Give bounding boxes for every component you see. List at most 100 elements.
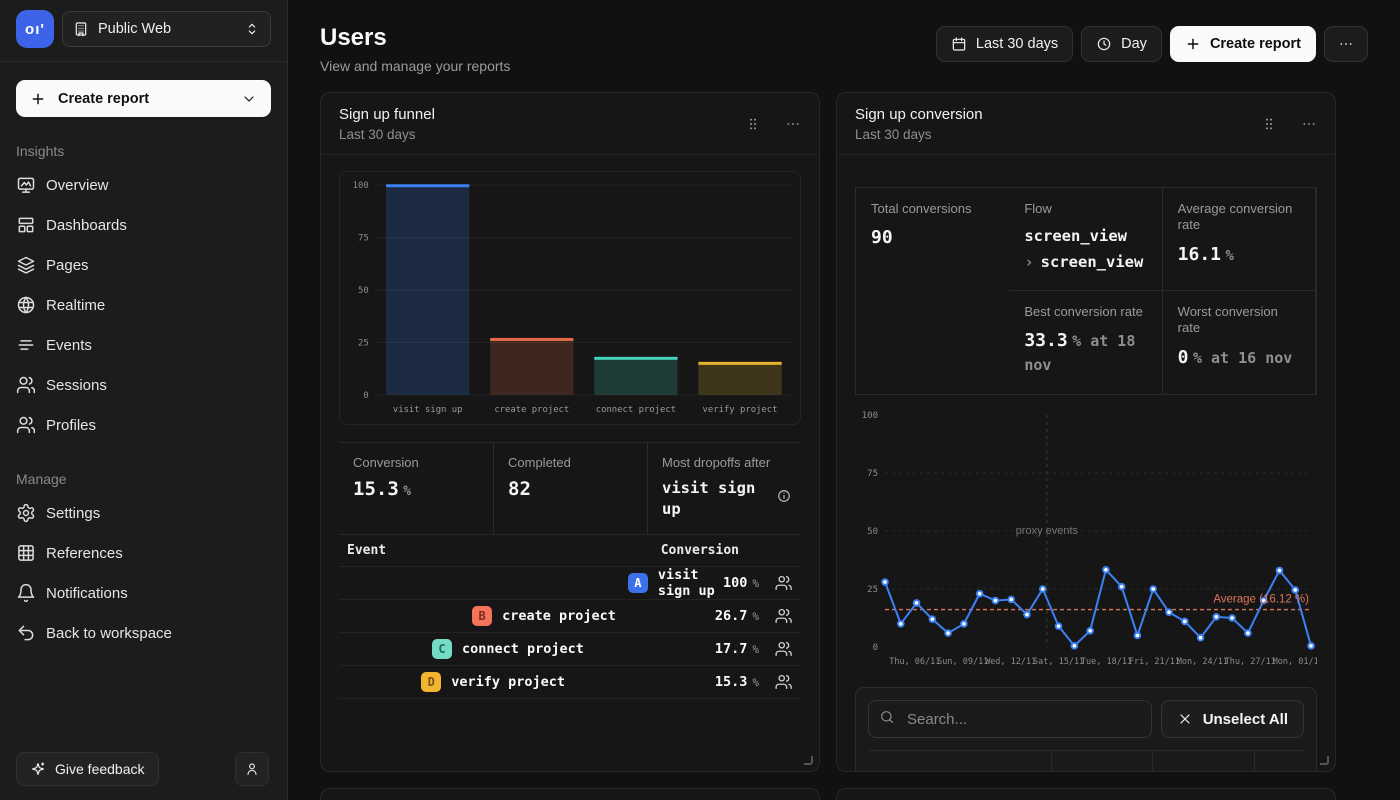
event-name: verify project bbox=[451, 674, 565, 690]
stat-value: 15.3 bbox=[353, 478, 399, 500]
table-header-row: Event Conversion bbox=[339, 535, 801, 567]
users-icon[interactable] bbox=[775, 574, 793, 592]
building-icon bbox=[73, 21, 89, 37]
svg-text:Thu, 06/11: Thu, 06/11 bbox=[889, 657, 940, 667]
stat-value: 90 bbox=[871, 227, 893, 248]
notifications-icon bbox=[16, 583, 36, 603]
users-icon[interactable] bbox=[775, 640, 793, 658]
view-users-button[interactable] bbox=[775, 673, 793, 691]
sidebar-item-notifications[interactable]: Notifications bbox=[2, 573, 285, 613]
overview-icon bbox=[16, 175, 36, 195]
conversion-line-chart: 0255075100proxy eventsAverage (16.12 %)T… bbox=[855, 403, 1317, 671]
drag-handle-icon[interactable] bbox=[1261, 116, 1277, 132]
svg-text:verify project: verify project bbox=[703, 405, 778, 415]
stat-value: 82 bbox=[508, 478, 531, 500]
svg-text:proxy events: proxy events bbox=[1016, 525, 1079, 537]
stat-best-rate: Best conversion rate 33.3 % at 18 nov bbox=[1009, 291, 1162, 394]
step-badge: B bbox=[472, 606, 492, 626]
view-users-button[interactable] bbox=[775, 574, 793, 592]
view-users-button[interactable] bbox=[775, 607, 793, 625]
sidebar-item-realtime[interactable]: Realtime bbox=[2, 285, 285, 325]
table-row[interactable]: Cconnect project17.7% bbox=[339, 633, 801, 666]
user-avatar-button[interactable] bbox=[235, 752, 269, 786]
svg-text:75: 75 bbox=[867, 469, 878, 479]
funnel-stats-row: Conversion 15.3 % Completed 82 Most drop… bbox=[339, 442, 801, 535]
sidebar-footer: Give feedback bbox=[16, 752, 269, 786]
conversion-unit: % bbox=[752, 610, 759, 623]
sidebar-item-events[interactable]: Events bbox=[2, 325, 285, 365]
funnel-report-card: Sign up funnel Last 30 days 0255075100vi… bbox=[320, 92, 820, 772]
stat-completed: Completed 82 bbox=[493, 443, 647, 534]
stat-value: visit sign up bbox=[662, 478, 787, 520]
sidebar-item-settings[interactable]: Settings bbox=[2, 493, 285, 533]
stat-value: 0 bbox=[1178, 347, 1189, 368]
plus-icon bbox=[1185, 36, 1201, 52]
svg-text:25: 25 bbox=[358, 338, 369, 348]
date-range-button[interactable]: Last 30 days bbox=[936, 26, 1073, 62]
stat-unit: % bbox=[403, 484, 411, 499]
table-row[interactable]: Bcreate project26.7% bbox=[339, 600, 801, 633]
svg-text:Thu, 27/11: Thu, 27/11 bbox=[1225, 657, 1276, 667]
sidebar-item-profiles[interactable]: Profiles bbox=[2, 405, 285, 445]
step-badge: D bbox=[421, 672, 441, 692]
give-feedback-label: Give feedback bbox=[55, 761, 145, 777]
svg-text:Fri, 21/11: Fri, 21/11 bbox=[1129, 657, 1180, 667]
next-report-card-right bbox=[836, 788, 1336, 800]
chevron-right-icon: › bbox=[1024, 253, 1033, 271]
svg-text:75: 75 bbox=[358, 234, 369, 244]
sidebar-item-label: Back to workspace bbox=[46, 625, 172, 642]
view-users-button[interactable] bbox=[775, 640, 793, 658]
users-icon[interactable] bbox=[775, 673, 793, 691]
sidebar-item-overview[interactable]: Overview bbox=[2, 165, 285, 205]
table-cell bbox=[1052, 751, 1153, 772]
svg-text:100: 100 bbox=[353, 181, 369, 191]
table-row[interactable]: Dverify project15.3% bbox=[339, 666, 801, 699]
column-header-conversion: Conversion bbox=[661, 543, 739, 558]
resize-grip[interactable] bbox=[1320, 756, 1329, 765]
sidebar-header: oı' Public Web bbox=[0, 0, 287, 62]
card-more-icon[interactable] bbox=[785, 116, 801, 132]
svg-text:50: 50 bbox=[867, 527, 878, 537]
sessions-icon bbox=[16, 375, 36, 395]
more-options-button[interactable] bbox=[1324, 26, 1368, 62]
conversion-unit: % bbox=[752, 676, 759, 689]
drag-handle-icon[interactable] bbox=[745, 116, 761, 132]
next-report-card-left bbox=[320, 788, 820, 800]
calendar-icon bbox=[951, 36, 967, 52]
svg-text:Tue, 18/11: Tue, 18/11 bbox=[1081, 657, 1132, 667]
sidebar-item-references[interactable]: References bbox=[2, 533, 285, 573]
svg-text:create project: create project bbox=[494, 405, 569, 415]
column-header-event: Event bbox=[347, 543, 386, 558]
conversion-unit: % bbox=[752, 643, 759, 656]
sidebar-item-pages[interactable]: Pages bbox=[2, 245, 285, 285]
card-more-icon[interactable] bbox=[1301, 116, 1317, 132]
search-input[interactable] bbox=[868, 700, 1152, 738]
sidebar-item-label: Realtime bbox=[46, 297, 105, 314]
give-feedback-button[interactable]: Give feedback bbox=[16, 752, 159, 786]
resize-grip[interactable] bbox=[804, 756, 813, 765]
workspace-selector[interactable]: Public Web bbox=[62, 11, 271, 47]
funnel-bar-chart: 0255075100visit sign upcreate projectcon… bbox=[339, 171, 801, 425]
info-icon[interactable] bbox=[777, 489, 791, 503]
create-report-label: Create report bbox=[58, 91, 229, 107]
conversion-value: 17.7 bbox=[715, 641, 748, 657]
table-row[interactable]: Avisit sign up100% bbox=[339, 567, 801, 600]
workspace-name: Public Web bbox=[98, 21, 235, 37]
interval-button[interactable]: Day bbox=[1081, 26, 1162, 62]
svg-text:0: 0 bbox=[363, 391, 368, 401]
sidebar-item-back-to-workspace[interactable]: Back to workspace bbox=[2, 613, 285, 653]
app-logo[interactable]: oı' bbox=[16, 10, 54, 48]
create-report-button[interactable]: Create report bbox=[1170, 26, 1316, 62]
card-body: 0255075100visit sign upcreate projectcon… bbox=[321, 155, 819, 771]
card-subtitle: Last 30 days bbox=[855, 127, 983, 142]
card-header: Sign up conversion Last 30 days bbox=[837, 93, 1335, 155]
svg-text:Average (16.12 %): Average (16.12 %) bbox=[1213, 594, 1309, 606]
sidebar-item-dashboards[interactable]: Dashboards bbox=[2, 205, 285, 245]
users-icon[interactable] bbox=[775, 607, 793, 625]
sidebar-item-label: Overview bbox=[46, 177, 109, 194]
table-cell bbox=[868, 751, 1052, 772]
svg-text:Wed, 12/11: Wed, 12/11 bbox=[985, 657, 1036, 667]
sidebar-create-report-button[interactable]: Create report bbox=[16, 80, 271, 117]
unselect-all-button[interactable]: Unselect All bbox=[1161, 700, 1304, 738]
sidebar-item-sessions[interactable]: Sessions bbox=[2, 365, 285, 405]
